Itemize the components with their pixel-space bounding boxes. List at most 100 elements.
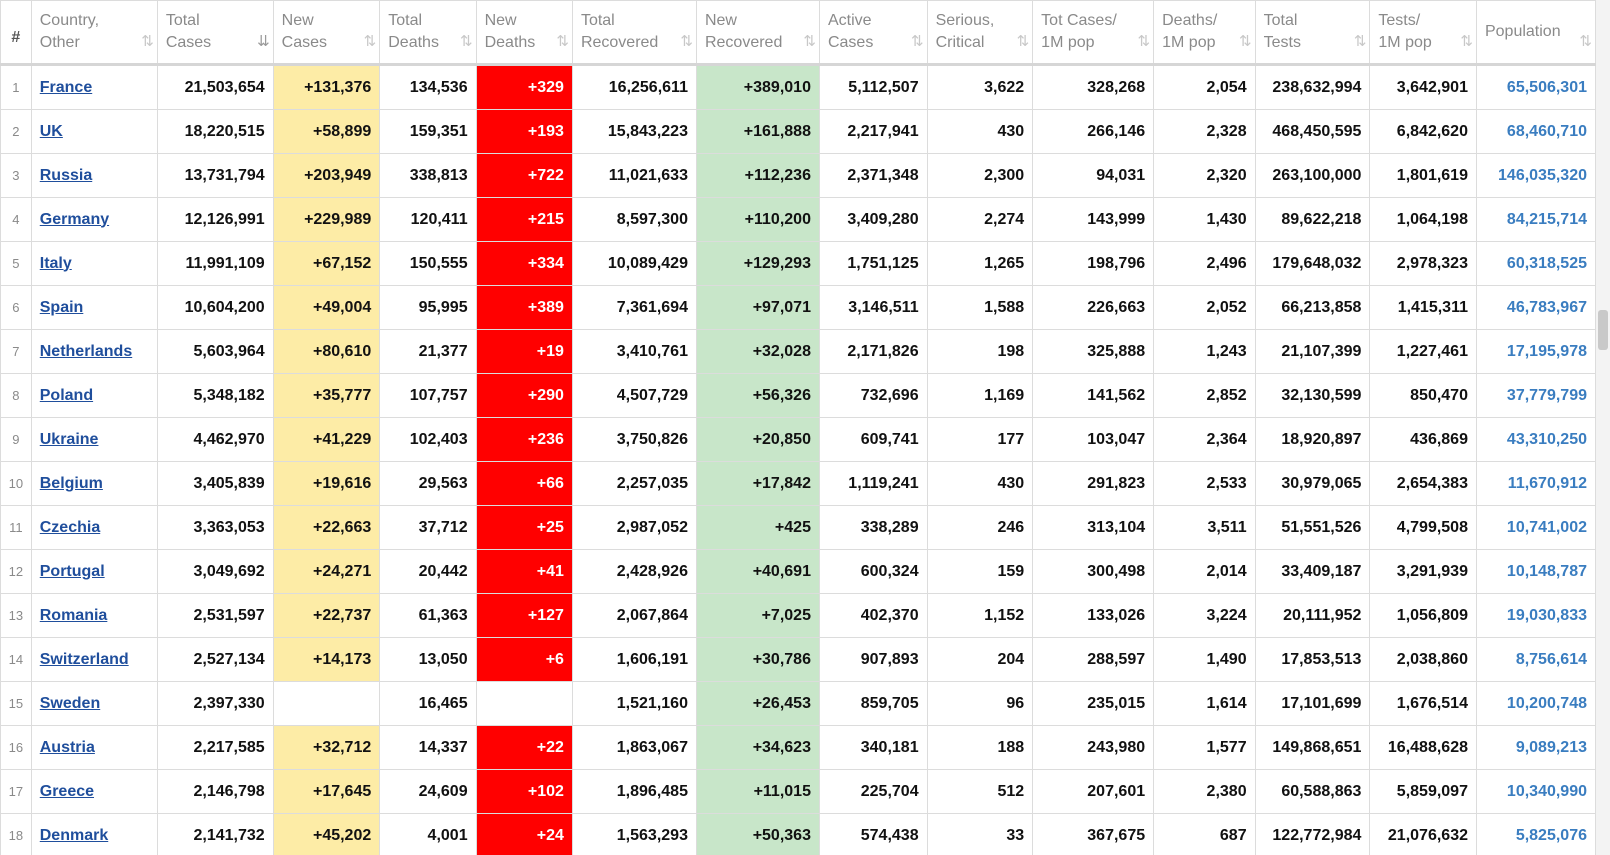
deaths-per-1m-cell: 2,380 bbox=[1153, 769, 1256, 814]
sort-icon[interactable]: ⇅ bbox=[1017, 31, 1029, 53]
active-cases-cell: 340,181 bbox=[818, 725, 928, 770]
table-row: 4 Germany 12,126,991 +229,989 120,411 +215 8,5… bbox=[0, 197, 1597, 242]
column-header-population[interactable]: Population ⇅ bbox=[1475, 0, 1597, 66]
table-row: 14 Switzerland 2,527,134 +14,173 13,050 +6 1,6… bbox=[0, 637, 1597, 682]
column-header-new-recovered[interactable]: New Recovered ⇅ bbox=[695, 0, 820, 66]
country-link[interactable]: Germany bbox=[40, 211, 109, 228]
sort-icon[interactable]: ⇅ bbox=[1354, 31, 1366, 53]
column-header-cases-per-1m[interactable]: Tot Cases/1M pop ⇅ bbox=[1032, 0, 1155, 66]
population-link[interactable]: 8,756,614 bbox=[1516, 651, 1587, 668]
population-cell: 43,310,250 bbox=[1475, 417, 1597, 462]
column-header-new-deaths[interactable]: New Deaths ⇅ bbox=[475, 0, 573, 66]
sort-icon[interactable]: ⇅ bbox=[911, 31, 923, 53]
column-header-total-deaths[interactable]: Total Deaths ⇅ bbox=[379, 0, 477, 66]
column-header-deaths-per-1m[interactable]: Deaths/1M pop ⇅ bbox=[1153, 0, 1256, 66]
country-link[interactable]: Russia bbox=[40, 167, 92, 184]
country-link[interactable]: Switzerland bbox=[40, 651, 129, 668]
column-header-index[interactable]: # bbox=[0, 0, 32, 66]
total-deaths-cell: 61,363 bbox=[379, 593, 477, 638]
table-row: 7 Netherlands 5,603,964 +80,610 21,377 +19 3,4… bbox=[0, 329, 1597, 374]
total-deaths-cell: 16,465 bbox=[379, 681, 477, 726]
column-header-total-tests[interactable]: Total Tests ⇅ bbox=[1254, 0, 1371, 66]
total-cases-cell: 3,363,053 bbox=[156, 505, 274, 550]
country-link[interactable]: Poland bbox=[40, 387, 93, 404]
table-row: 12 Portugal 3,049,692 +24,271 20,442 +41 2,428… bbox=[0, 549, 1597, 594]
sort-icon[interactable]: ⇅ bbox=[460, 31, 472, 53]
country-link[interactable]: Spain bbox=[40, 299, 84, 316]
column-header-total-cases[interactable]: Total Cases ⇊ bbox=[156, 0, 274, 66]
column-header-new-cases[interactable]: New Cases ⇅ bbox=[272, 0, 381, 66]
country-link[interactable]: UK bbox=[40, 123, 63, 140]
population-link[interactable]: 84,215,714 bbox=[1507, 211, 1587, 228]
sort-icon[interactable]: ⇅ bbox=[803, 31, 815, 53]
covid-stats-table: # Country, Other ⇅ Total Cases ⇊ New Cases ⇅ T… bbox=[0, 0, 1597, 855]
new-cases-cell: +17,645 bbox=[272, 769, 381, 814]
population-link[interactable]: 10,148,787 bbox=[1507, 563, 1587, 580]
new-recovered-cell: +34,623 bbox=[695, 725, 820, 770]
population-cell: 5,825,076 bbox=[1475, 813, 1597, 855]
country-link[interactable]: Belgium bbox=[40, 475, 103, 492]
table-row: 13 Romania 2,531,597 +22,737 61,363 +127 2,067… bbox=[0, 593, 1597, 638]
deaths-per-1m-cell: 1,490 bbox=[1153, 637, 1256, 682]
scrollbar-thumb[interactable] bbox=[1598, 310, 1608, 350]
column-header-total-recovered[interactable]: Total Recovered ⇅ bbox=[571, 0, 697, 66]
country-link[interactable]: Sweden bbox=[40, 695, 100, 712]
table-row: 5 Italy 11,991,109 +67,152 150,555 +334 10,089… bbox=[0, 241, 1597, 286]
population-link[interactable]: 17,195,978 bbox=[1507, 343, 1587, 360]
new-recovered-cell: +7,025 bbox=[695, 593, 820, 638]
population-link[interactable]: 19,030,833 bbox=[1507, 607, 1587, 624]
total-tests-cell: 122,772,984 bbox=[1254, 813, 1371, 855]
column-header-serious-critical[interactable]: Serious, Critical ⇅ bbox=[926, 0, 1034, 66]
sort-icon[interactable]: ⇅ bbox=[556, 31, 568, 53]
vertical-scrollbar[interactable] bbox=[1596, 0, 1610, 855]
table-row: 10 Belgium 3,405,839 +19,616 29,563 +66 2,257,… bbox=[0, 461, 1597, 506]
country-cell: Denmark bbox=[30, 813, 158, 855]
sort-icon[interactable]: ⇅ bbox=[1138, 31, 1150, 53]
population-link[interactable]: 65,506,301 bbox=[1507, 79, 1587, 96]
row-index: 15 bbox=[0, 681, 32, 726]
population-link[interactable]: 11,670,912 bbox=[1508, 475, 1587, 492]
population-link[interactable]: 46,783,967 bbox=[1507, 299, 1587, 316]
column-header-tests-per-1m[interactable]: Tests/1M pop ⇅ bbox=[1369, 0, 1477, 66]
deaths-per-1m-cell: 3,511 bbox=[1153, 505, 1256, 550]
population-link[interactable]: 60,318,525 bbox=[1507, 255, 1587, 272]
new-deaths-cell: +22 bbox=[475, 725, 573, 770]
row-index: 8 bbox=[0, 373, 32, 418]
new-recovered-cell: +50,363 bbox=[695, 813, 820, 855]
sort-icon[interactable]: ⇅ bbox=[1579, 31, 1591, 53]
sort-icon[interactable]: ⇅ bbox=[1239, 31, 1251, 53]
country-link[interactable]: Denmark bbox=[40, 827, 108, 844]
column-header-country[interactable]: Country, Other ⇅ bbox=[30, 0, 158, 66]
total-cases-cell: 2,217,585 bbox=[156, 725, 274, 770]
population-link[interactable]: 146,035,320 bbox=[1498, 167, 1587, 184]
population-link[interactable]: 37,779,799 bbox=[1507, 387, 1587, 404]
sort-icon[interactable]: ⇅ bbox=[1460, 31, 1472, 53]
total-deaths-cell: 13,050 bbox=[379, 637, 477, 682]
total-deaths-cell: 21,377 bbox=[379, 329, 477, 374]
country-link[interactable]: Portugal bbox=[40, 563, 105, 580]
population-cell: 37,779,799 bbox=[1475, 373, 1597, 418]
country-link[interactable]: Romania bbox=[40, 607, 108, 624]
population-link[interactable]: 5,825,076 bbox=[1516, 827, 1587, 844]
country-link[interactable]: Greece bbox=[40, 783, 94, 800]
country-link[interactable]: Netherlands bbox=[40, 343, 132, 360]
column-header-active-cases[interactable]: Active Cases ⇅ bbox=[818, 0, 928, 66]
country-link[interactable]: Austria bbox=[40, 739, 95, 756]
population-link[interactable]: 43,310,250 bbox=[1507, 431, 1587, 448]
population-link[interactable]: 68,460,710 bbox=[1507, 123, 1587, 140]
country-link[interactable]: Italy bbox=[40, 255, 72, 272]
new-deaths-cell bbox=[475, 681, 573, 726]
total-tests-cell: 179,648,032 bbox=[1254, 241, 1371, 286]
population-link[interactable]: 10,200,748 bbox=[1507, 695, 1587, 712]
sort-icon[interactable]: ⇅ bbox=[680, 31, 692, 53]
sort-descending-icon[interactable]: ⇊ bbox=[257, 31, 269, 53]
sort-icon[interactable]: ⇅ bbox=[141, 31, 153, 53]
country-link[interactable]: Ukraine bbox=[40, 431, 99, 448]
population-link[interactable]: 10,741,002 bbox=[1507, 519, 1587, 536]
population-link[interactable]: 10,340,990 bbox=[1507, 783, 1587, 800]
row-index: 13 bbox=[0, 593, 32, 638]
population-link[interactable]: 9,089,213 bbox=[1516, 739, 1587, 756]
sort-icon[interactable]: ⇅ bbox=[364, 31, 376, 53]
country-link[interactable]: Czechia bbox=[40, 519, 100, 536]
country-link[interactable]: France bbox=[40, 79, 92, 96]
